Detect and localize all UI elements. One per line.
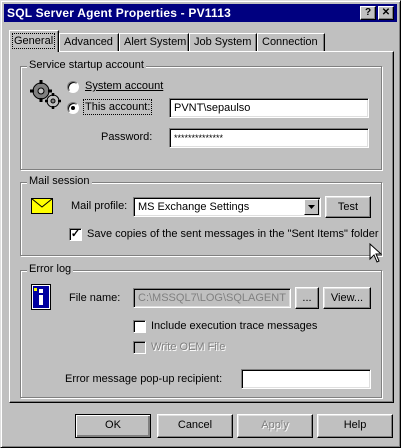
file-name-label: File name: — [69, 292, 121, 304]
help-button[interactable]: Help — [317, 414, 393, 438]
log-file-icon — [31, 284, 51, 310]
cancel-button[interactable]: Cancel — [157, 414, 233, 438]
this-account-label[interactable]: This account: — [82, 99, 153, 115]
tab-connection[interactable]: Connection — [257, 33, 325, 51]
gears-icon — [30, 80, 61, 109]
password-input[interactable]: ************** — [169, 128, 369, 148]
dialog-window: SQL Server Agent Properties - PV1113 ? ✕… — [0, 0, 401, 448]
write-oem-label: Write OEM File — [151, 341, 226, 353]
save-copies-label[interactable]: Save copies of the sent messages in the … — [87, 228, 379, 240]
help-title-button[interactable]: ? — [360, 6, 376, 20]
service-startup-group: Service startup account System account T… — [20, 59, 382, 170]
mail-group-label: Mail session — [27, 175, 92, 187]
error-log-group: Error log File name: C:\MSSQL7\LOG\SQLAG… — [20, 263, 382, 398]
mouse-cursor-icon — [369, 243, 383, 263]
test-button[interactable]: Test — [325, 196, 371, 218]
popup-recipient-input[interactable] — [241, 369, 371, 389]
ok-button[interactable]: OK — [75, 414, 151, 438]
system-account-radio[interactable] — [67, 81, 79, 93]
envelope-icon — [31, 198, 53, 214]
password-label: Password: — [101, 131, 153, 143]
browse-button[interactable]: ... — [295, 287, 319, 309]
window-title: SQL Server Agent Properties - PV1113 — [7, 6, 231, 20]
file-name-input[interactable]: C:\MSSQL7\LOG\SQLAGENT — [133, 288, 291, 308]
mail-session-group: Mail session Mail profile: MS Exchange S… — [20, 175, 382, 256]
mail-profile-label: Mail profile: — [71, 200, 128, 212]
mail-profile-select[interactable]: MS Exchange Settings — [133, 197, 321, 217]
tab-general[interactable]: General — [9, 30, 59, 52]
view-button[interactable]: View... — [323, 287, 371, 309]
dropdown-arrow-icon[interactable] — [304, 199, 319, 215]
apply-button[interactable]: Apply — [237, 414, 313, 438]
include-trace-checkbox[interactable] — [133, 320, 146, 333]
include-trace-label[interactable]: Include execution trace messages — [151, 320, 317, 332]
account-input[interactable]: PVNT\sepaulso — [169, 98, 369, 118]
write-oem-checkbox[interactable] — [133, 341, 146, 354]
system-account-label[interactable]: System account — [85, 80, 163, 92]
errorlog-group-label: Error log — [27, 263, 74, 275]
close-title-button[interactable]: ✕ — [378, 6, 394, 20]
tab-job-system[interactable]: Job System — [189, 33, 257, 51]
service-group-label: Service startup account — [27, 59, 146, 71]
title-bar: SQL Server Agent Properties - PV1113 ? ✕ — [4, 4, 397, 22]
tab-panel-general: Service startup account System account T… — [9, 51, 394, 403]
popup-recipient-label: Error message pop-up recipient: — [65, 373, 223, 385]
tab-advanced[interactable]: Advanced — [59, 33, 119, 51]
tab-alert-system[interactable]: Alert System — [119, 33, 189, 51]
this-account-radio[interactable] — [67, 102, 79, 114]
save-copies-checkbox[interactable]: ✓ — [69, 228, 82, 241]
